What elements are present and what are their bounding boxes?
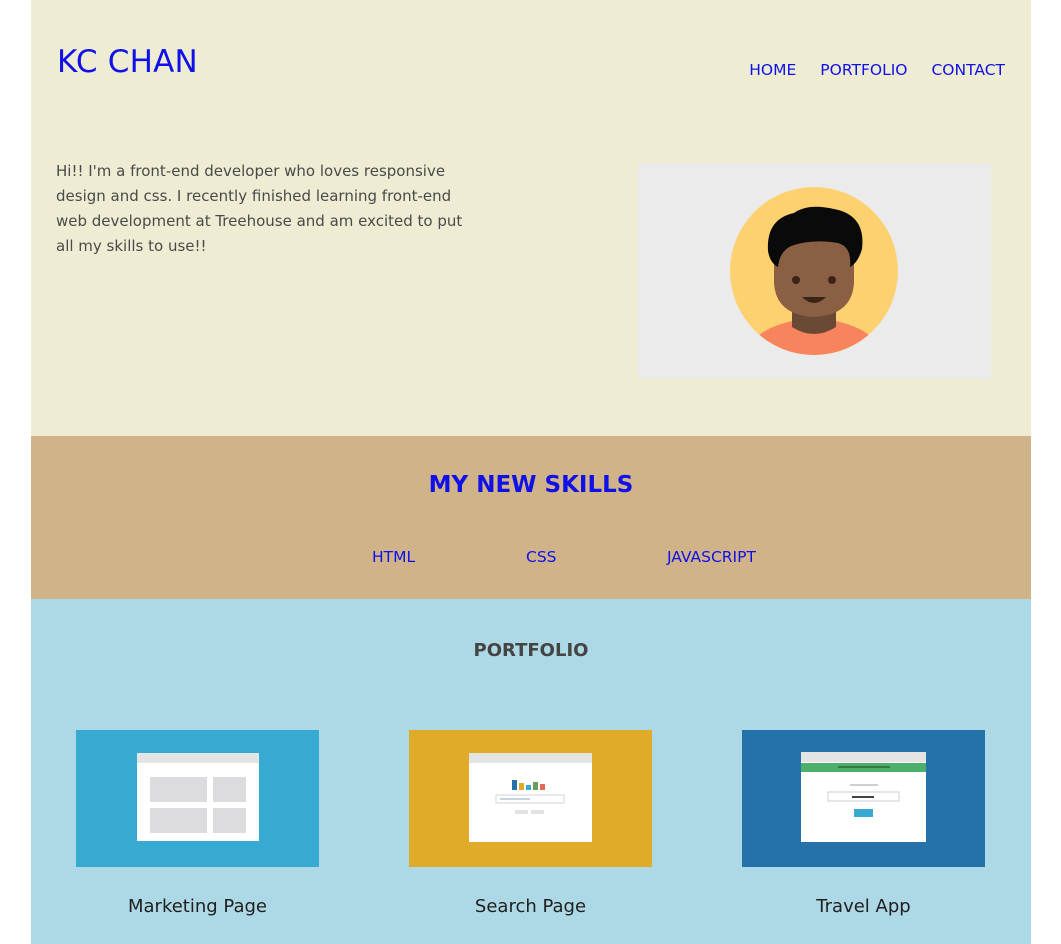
intro-text: Hi!! I'm a front-end developer who loves… (56, 162, 463, 255)
skills-section: MY NEW SKILLS HTML CSS JAVASCRIPT (31, 436, 1031, 599)
person-avatar-icon (730, 187, 898, 355)
travel-app-preview-icon (801, 752, 926, 842)
search-page-preview-icon (469, 753, 592, 842)
nav-contact-link[interactable]: CONTACT (931, 61, 1005, 79)
nav-home-link[interactable]: HOME (749, 61, 796, 79)
skill-javascript-link[interactable]: JAVASCRIPT (667, 548, 756, 566)
avatar-panel (638, 163, 991, 379)
skills-title: MY NEW SKILLS (428, 472, 634, 498)
project-card-travel[interactable]: Travel App (742, 730, 985, 917)
skill-css-link[interactable]: CSS (526, 548, 557, 566)
project-label: Search Page (474, 896, 587, 917)
search-page-thumbnail[interactable] (409, 730, 652, 867)
nav-portfolio-link[interactable]: PORTFOLIO (820, 61, 907, 79)
site-logo[interactable]: KC CHAN (57, 44, 198, 80)
portfolio-section: PORTFOLIO Marketing Page Search Page Tra… (31, 599, 1031, 944)
hero-section: KC CHAN HOME PORTFOLIO CONTACT Hi!! I'm … (31, 0, 1031, 436)
project-label: Marketing Page (127, 896, 267, 917)
project-label: Travel App (816, 896, 911, 917)
main-nav: HOME PORTFOLIO CONTACT (749, 61, 1005, 79)
marketing-page-preview-icon (137, 753, 259, 841)
portfolio-title: PORTFOLIO (473, 640, 589, 661)
travel-app-thumbnail[interactable] (742, 730, 985, 867)
project-card-search[interactable]: Search Page (409, 730, 652, 917)
marketing-page-thumbnail[interactable] (76, 730, 319, 867)
skill-html-link[interactable]: HTML (372, 548, 415, 566)
page: KC CHAN HOME PORTFOLIO CONTACT Hi!! I'm … (31, 0, 1031, 944)
project-card-marketing[interactable]: Marketing Page (76, 730, 319, 917)
